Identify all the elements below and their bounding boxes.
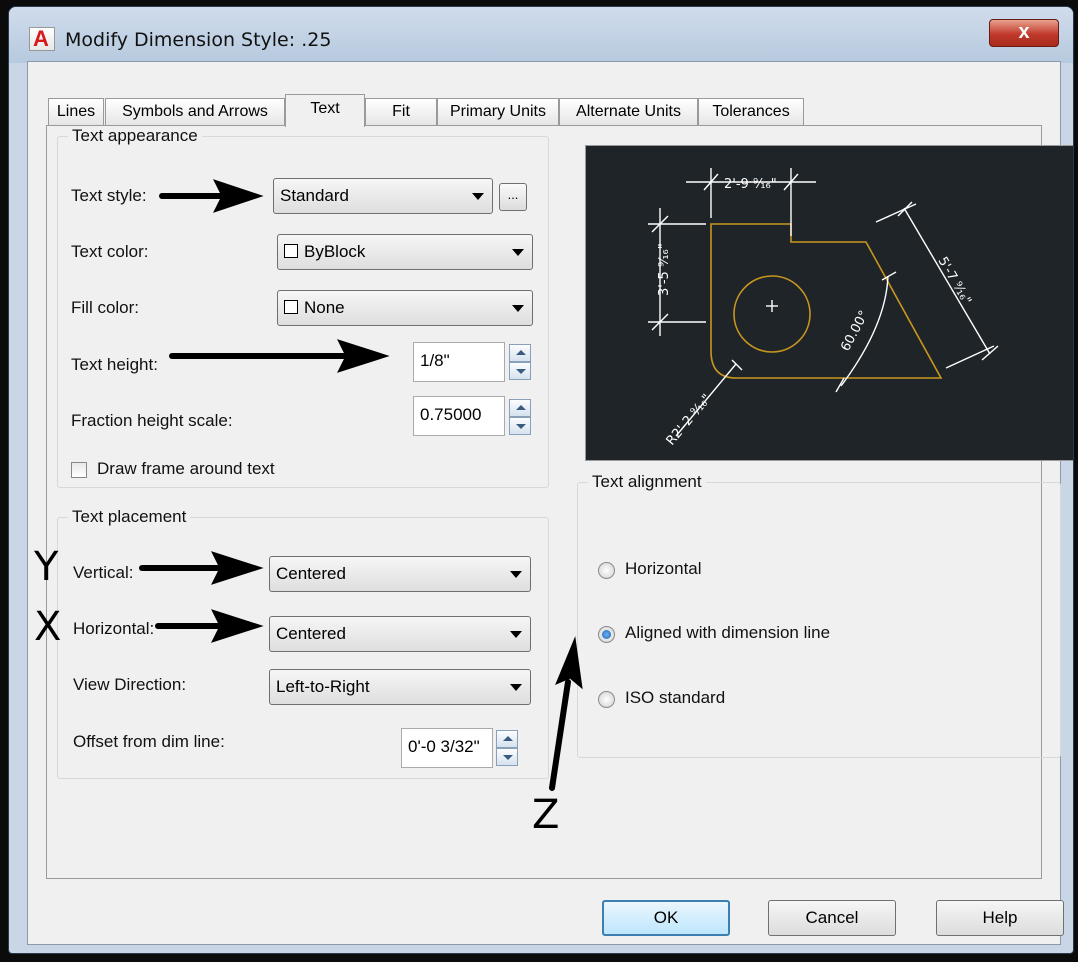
preview-dim-texts: 2'-9 ⁹⁄₁₆" 3'-5 ⁹⁄₁₆" 5'-7 ⁹⁄₁₆" 60.00° … — [657, 177, 974, 449]
text-style-value: Standard — [280, 186, 349, 205]
view-direction-label: View Direction: — [73, 675, 187, 694]
text-color-value: ByBlock — [304, 242, 366, 261]
tick — [835, 377, 845, 393]
iso-option-label[interactable]: ISO standard — [625, 688, 725, 708]
preview-geometry — [710, 223, 943, 379]
vertical-value: Centered — [276, 564, 346, 583]
offset-spinner[interactable] — [496, 730, 518, 766]
offset-input[interactable]: 0'-0 3/32" — [401, 728, 493, 768]
horizontal-label: Horizontal: — [73, 619, 155, 638]
tab-lines[interactable]: Lines — [48, 98, 104, 126]
dialog-title: Modify Dimension Style: .25 — [65, 29, 332, 51]
vertical-label: Vertical: — [73, 563, 134, 582]
offset-label: Offset from dim line: — [73, 732, 225, 751]
text-placement-legend: Text placement — [72, 507, 187, 526]
annotation-z: Z — [532, 792, 560, 838]
vertical-combo[interactable]: Centered — [269, 556, 531, 592]
annotation-x: X — [34, 604, 62, 650]
tab-fit[interactable]: Fit — [365, 98, 437, 126]
fill-color-value: None — [304, 298, 345, 317]
radio-horizontal[interactable] — [598, 562, 615, 579]
dimension-preview: 2'-9 ⁹⁄₁₆" 3'-5 ⁹⁄₁₆" 5'-7 ⁹⁄₁₆" 60.00° … — [585, 145, 1073, 461]
cancel-button[interactable]: Cancel — [768, 900, 896, 936]
dim-text-slope: 5'-7 ⁹⁄₁₆" — [935, 255, 974, 308]
fill-color-combo[interactable]: None — [277, 290, 533, 326]
horizontal-option-label[interactable]: Horizontal — [625, 559, 702, 579]
text-style-label: Text style: — [71, 186, 147, 205]
color-swatch-icon — [284, 300, 298, 314]
view-direction-combo[interactable]: Left-to-Right — [269, 669, 531, 705]
fraction-height-scale-label: Fraction height scale: — [71, 411, 233, 430]
tab-alternate-units[interactable]: Alternate Units — [559, 98, 698, 126]
preview-circle — [733, 275, 811, 353]
spin-down-icon[interactable] — [509, 362, 531, 380]
text-color-label: Text color: — [71, 242, 149, 261]
text-alignment-group: Text alignment — [577, 472, 1061, 758]
text-alignment-legend: Text alignment — [592, 472, 702, 491]
text-height-label: Text height: — [71, 355, 158, 374]
fraction-height-spinner[interactable] — [509, 399, 531, 435]
text-color-combo[interactable]: ByBlock — [277, 234, 533, 270]
preview-drawing: 2'-9 ⁹⁄₁₆" 3'-5 ⁹⁄₁₆" 5'-7 ⁹⁄₁₆" 60.00° … — [648, 168, 999, 449]
tab-text[interactable]: Text — [285, 94, 365, 127]
chevron-down-icon — [512, 249, 524, 256]
dim-text-left: 3'-5 ⁹⁄₁₆" — [657, 243, 672, 296]
tick — [897, 201, 913, 217]
text-height-input[interactable]: 1/8" — [413, 342, 505, 382]
horizontal-combo[interactable]: Centered — [269, 616, 531, 652]
spin-down-icon[interactable] — [509, 417, 531, 435]
spin-up-icon[interactable] — [509, 344, 531, 362]
chevron-down-icon — [510, 631, 522, 638]
chevron-down-icon — [512, 305, 524, 312]
horizontal-value: Centered — [276, 624, 346, 643]
ok-button[interactable]: OK — [602, 900, 730, 936]
fraction-height-scale-input[interactable]: 0.75000 — [413, 396, 505, 436]
chevron-down-icon — [472, 193, 484, 200]
text-style-combo[interactable]: Standard — [273, 178, 493, 214]
spin-up-icon[interactable] — [509, 399, 531, 417]
color-swatch-icon — [284, 244, 298, 258]
fill-color-label: Fill color: — [71, 298, 140, 317]
tab-symbols-and-arrows[interactable]: Symbols and Arrows — [105, 98, 285, 126]
chevron-down-icon — [510, 684, 522, 691]
text-height-spinner[interactable] — [509, 344, 531, 380]
spin-down-icon[interactable] — [496, 748, 518, 766]
aligned-option-label[interactable]: Aligned with dimension line — [625, 623, 830, 643]
help-button[interactable]: Help — [936, 900, 1064, 936]
autocad-app-icon: A — [29, 26, 55, 51]
dim-text-top: 2'-9 ⁹⁄₁₆" — [724, 177, 777, 192]
tab-primary-units[interactable]: Primary Units — [437, 98, 559, 126]
radio-iso-standard[interactable] — [598, 691, 615, 708]
title-bar[interactable]: A Modify Dimension Style: .25 x — [9, 7, 1073, 63]
radio-aligned-with-dimension-line[interactable] — [598, 626, 615, 643]
draw-frame-label: Draw frame around text — [97, 459, 275, 478]
draw-frame-checkbox[interactable] — [71, 462, 87, 478]
preview-outline — [710, 223, 943, 379]
tick — [731, 359, 743, 371]
text-style-browse-button[interactable]: ... — [499, 183, 527, 211]
text-appearance-legend: Text appearance — [72, 126, 198, 145]
close-button[interactable]: x — [989, 19, 1059, 47]
text-tab-page: Text appearance Text style: Standard ...… — [46, 125, 1073, 879]
chevron-down-icon — [510, 571, 522, 578]
annotation-y: Y — [34, 544, 59, 590]
spin-up-icon[interactable] — [496, 730, 518, 748]
dim-text-radius: R2'-2 ⁹⁄₁₆" — [664, 392, 715, 449]
view-direction-value: Left-to-Right — [276, 677, 370, 696]
tab-tolerances[interactable]: Tolerances — [698, 98, 804, 126]
